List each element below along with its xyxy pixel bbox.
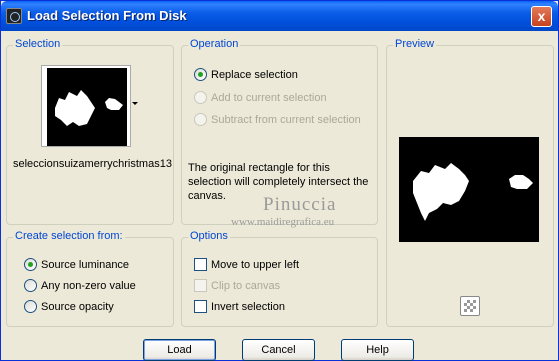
radio-selected-icon[interactable] [24,258,37,271]
invert-selection-checkbox[interactable]: Invert selection [194,300,285,313]
close-button[interactable]: x [531,6,552,27]
thumbnail-dropdown-icon[interactable] [132,102,138,105]
radio-icon[interactable] [24,279,37,292]
checkbox-icon[interactable] [194,300,207,313]
preview-shape-icon [413,163,533,221]
move-to-upper-left-checkbox[interactable]: Move to upper left [194,258,299,271]
selection-shape-icon [55,90,123,126]
watermark-url: www.maidiregrafica.eu [231,216,335,228]
radio-selected-icon[interactable] [194,68,207,81]
create-selection-group-title: Create selection from: [13,230,125,242]
radio-icon[interactable] [24,300,37,313]
preview-image [399,137,539,242]
source-luminance-radio[interactable]: Source luminance [24,258,129,271]
replace-selection-radio[interactable]: Replace selection [194,68,298,81]
source-opacity-radio[interactable]: Source opacity [24,300,114,313]
radio-disabled-icon [194,113,207,126]
subtract-from-selection-radio: Subtract from current selection [194,113,361,126]
radio-disabled-icon [194,91,207,104]
checkbox-disabled-icon [194,279,207,292]
load-button[interactable]: Load [143,339,216,361]
operation-group-title: Operation [188,38,241,50]
options-group-title: Options [188,230,230,242]
selection-group-title: Selection [13,38,63,50]
dialog-window: Load Selection From Disk x Selection sel… [0,0,559,361]
clip-to-canvas-checkbox: Clip to canvas [194,279,280,292]
selection-thumbnail[interactable] [41,65,131,147]
watermark-name: Pinuccia [263,194,337,215]
help-button[interactable]: Help [341,339,414,361]
add-to-selection-radio: Add to current selection [194,91,327,104]
cancel-button[interactable]: Cancel [242,339,315,361]
app-icon [6,8,22,24]
checkbox-icon[interactable] [194,258,207,271]
title-bar[interactable]: Load Selection From Disk x [1,1,558,31]
any-non-zero-value-radio[interactable]: Any non-zero value [24,279,136,292]
preview-group-title: Preview [393,38,437,50]
selection-file-name: seleccionsuizamerrychristmas13 [13,158,172,170]
transparency-checker-icon[interactable] [460,296,480,316]
window-title: Load Selection From Disk [27,8,187,23]
